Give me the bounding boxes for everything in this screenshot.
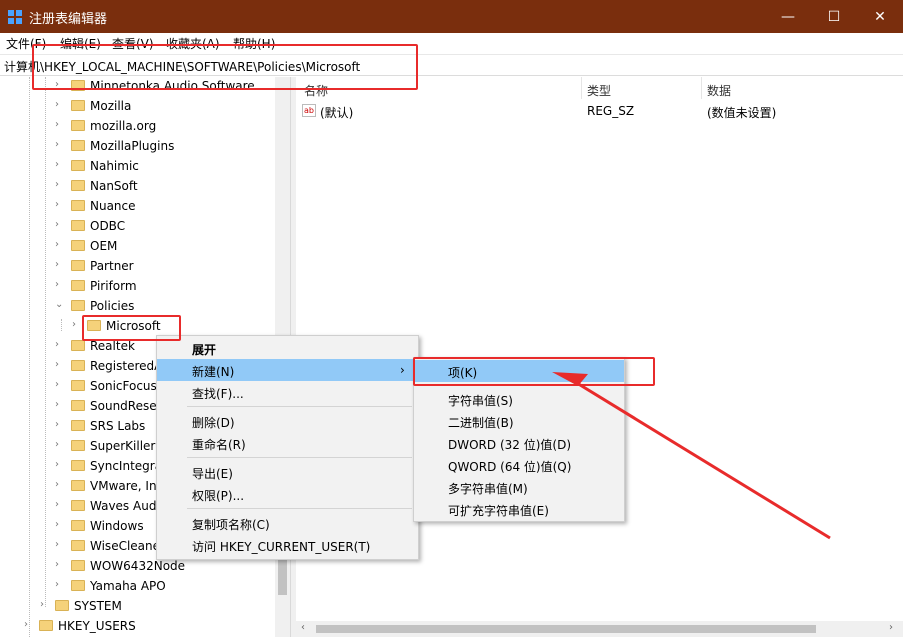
title-bar: 注册表编辑器 — ☐ ✕ [0, 0, 903, 33]
maximize-button[interactable]: ☐ [811, 0, 857, 33]
context-goto-hkcu[interactable]: 访问 HKEY_CURRENT_USER(T) [157, 534, 418, 556]
chevron-down-icon[interactable]: ⌄ [55, 299, 65, 310]
tree-item[interactable]: › Nuance [0, 197, 275, 217]
context-copy-key-name[interactable]: 复制项名称(C) [157, 512, 418, 534]
tree-item[interactable]: › mozilla.org [0, 117, 275, 137]
annotation-box-address [32, 44, 418, 90]
value-data: (数值未设置) [707, 106, 777, 120]
submenu-arrow-icon: › [400, 363, 405, 377]
tree-item[interactable]: › SYSTEM [0, 597, 275, 617]
tree-item[interactable]: › Partner [0, 257, 275, 277]
context-menu: 展开 新建(N) › 查找(F)... 删除(D) 重命名(R) 导出(E) 权… [156, 335, 419, 560]
annotation-box-microsoft [82, 315, 181, 341]
value-type: REG_SZ [587, 104, 635, 118]
horizontal-scrollbar-thumb[interactable] [316, 625, 816, 633]
scroll-right-icon[interactable]: › [889, 622, 893, 633]
value-name: (默认) [320, 106, 354, 120]
regedit-app-icon [8, 10, 22, 24]
annotation-arrow [552, 372, 831, 540]
string-value-icon: ab [302, 104, 316, 117]
context-new[interactable]: 新建(N) › [157, 359, 418, 381]
scroll-left-icon[interactable]: ‹ [301, 622, 305, 633]
minimize-button[interactable]: — [765, 0, 811, 33]
tree-item[interactable]: › MozillaPlugins [0, 137, 275, 157]
table-row[interactable]: ab (默认) REG_SZ (数值未设置) [296, 101, 903, 121]
tree-item[interactable]: › Nahimic [0, 157, 275, 177]
tree-item[interactable]: › Mozilla [0, 97, 275, 117]
context-find[interactable]: 查找(F)... [157, 381, 418, 403]
tree-item[interactable]: › OEM [0, 237, 275, 257]
context-permissions[interactable]: 权限(P)... [157, 483, 418, 505]
column-header-data[interactable]: 数据 [707, 82, 731, 99]
context-delete[interactable]: 删除(D) [157, 410, 418, 432]
context-expand[interactable]: 展开 [157, 337, 418, 359]
tree-item[interactable]: › HKEY_USERS [0, 617, 275, 637]
close-button[interactable]: ✕ [857, 0, 903, 33]
tree-item[interactable]: › Piriform [0, 277, 275, 297]
tree-item[interactable]: › Yamaha APO [0, 577, 275, 597]
tree-item[interactable]: › WOW6432Node [0, 557, 275, 577]
column-header-type[interactable]: 类型 [587, 82, 611, 99]
tree-item[interactable]: › NanSoft [0, 177, 275, 197]
window-title: 注册表编辑器 [29, 12, 108, 27]
tree-item[interactable]: › ODBC [0, 217, 275, 237]
tree-scrollbar-thumb[interactable] [278, 555, 287, 595]
tree-item-policies[interactable]: ⌄ Policies [0, 297, 275, 317]
context-export[interactable]: 导出(E) [157, 461, 418, 483]
context-rename[interactable]: 重命名(R) [157, 432, 418, 454]
